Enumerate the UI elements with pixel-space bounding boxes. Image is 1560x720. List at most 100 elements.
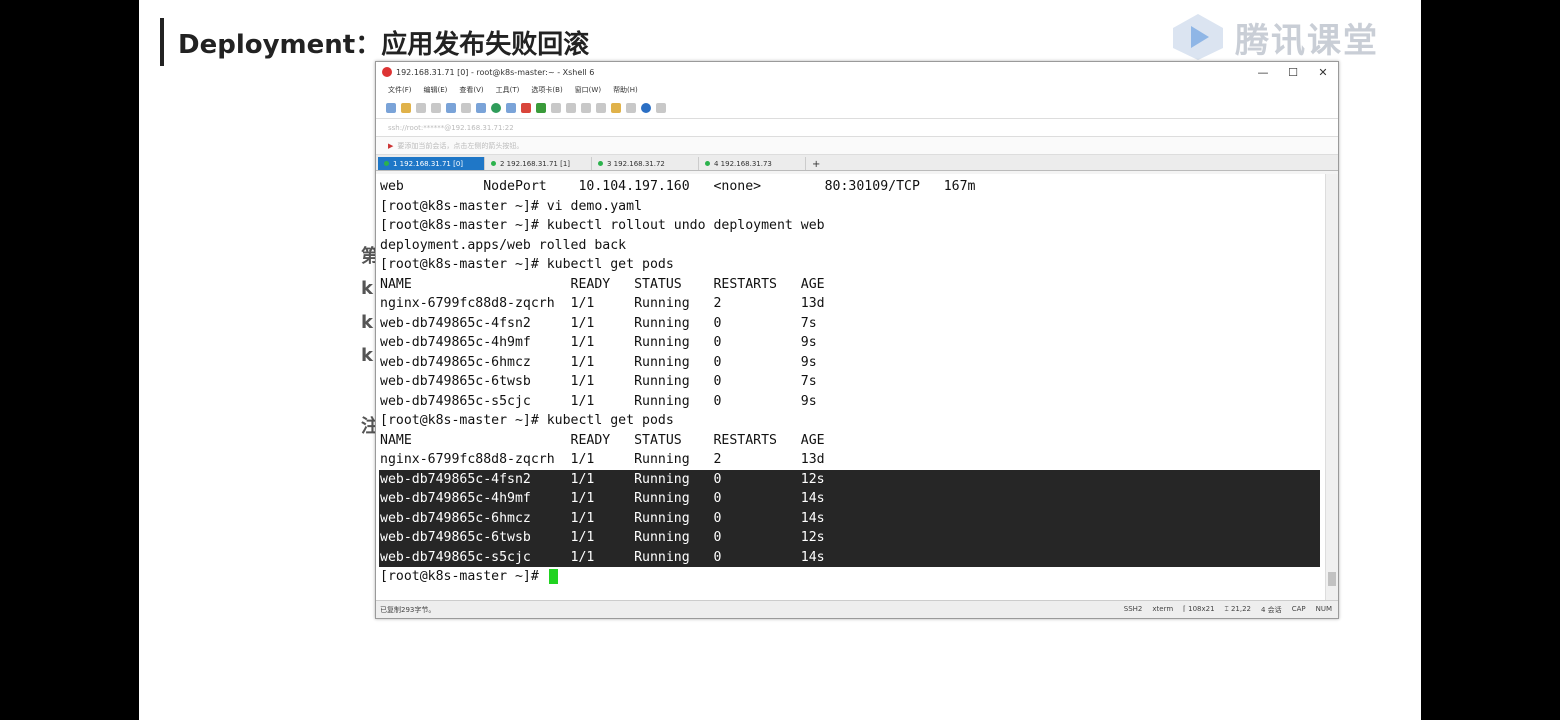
terminal-line-selected: web-db749865c-6twsb 1/1 Running 0 12s — [379, 528, 1320, 548]
status-item: 4 会话 — [1261, 605, 1282, 614]
copy-icon[interactable] — [446, 103, 456, 113]
menu-view[interactable]: 查看(V) — [459, 85, 483, 95]
title-accent-bar — [160, 18, 164, 66]
terminal-line-text: web-db749865c-4h9mf 1/1 Running 0 14s — [380, 491, 825, 506]
terminal-line: NAME READY STATUS RESTARTS AGE — [380, 275, 825, 295]
background-slide-text: k — [361, 278, 373, 299]
terminal-line: [root@k8s-master ~]# — [380, 567, 558, 587]
terminal-line: web-db749865c-6twsb 1/1 Running 0 7s — [380, 372, 817, 392]
terminal-line-selected: web-db749865c-4fsn2 1/1 Running 0 12s — [379, 469, 1320, 489]
session-tabs: 1 192.168.31.71 [0] 2 192.168.31.71 [1] … — [376, 155, 1338, 171]
toolbar — [376, 98, 1338, 119]
lock-icon[interactable] — [566, 103, 576, 113]
chat-icon[interactable] — [656, 103, 666, 113]
terminal-line-text: web-db749865c-4fsn2 1/1 Running 0 12s — [380, 471, 825, 487]
close-button[interactable]: ✕ — [1308, 62, 1338, 82]
terminal-line: web-db749865c-6hmcz 1/1 Running 0 9s — [380, 353, 817, 373]
new-session-icon[interactable] — [386, 103, 396, 113]
open-folder-icon[interactable] — [401, 103, 411, 113]
terminal-line: [root@k8s-master ~]# kubectl get pods — [380, 411, 674, 431]
find-icon[interactable] — [461, 103, 471, 113]
xftp-icon[interactable] — [521, 103, 531, 113]
menu-edit[interactable]: 编辑(E) — [424, 85, 448, 95]
terminal-line: [root@k8s-master ~]# kubectl rollout und… — [380, 216, 825, 236]
status-item: CAP — [1291, 604, 1306, 613]
menu-help[interactable]: 帮助(H) — [613, 85, 638, 95]
terminal-line-text: web-db749865c-6twsb 1/1 Running 0 7s — [380, 374, 817, 389]
address-bar[interactable]: ssh://root:******@192.168.31.71:22 — [376, 119, 1338, 137]
menu-tools[interactable]: 工具(T) — [496, 85, 520, 95]
globe-icon[interactable] — [491, 103, 501, 113]
reconnect-icon[interactable] — [431, 103, 441, 113]
terminal-line-text: web NodePort 10.104.197.160 <none> 80:30… — [380, 179, 976, 194]
terminal-line-text: nginx-6799fc88d8-zqcrh 1/1 Running 2 13d — [380, 452, 825, 467]
help-icon[interactable] — [641, 103, 651, 113]
terminal-line-text: [root@k8s-master ~]# kubectl rollout und… — [380, 218, 825, 233]
minimize-button[interactable]: — — [1248, 62, 1278, 82]
terminal-line: web-db749865c-s5cjc 1/1 Running 0 9s — [380, 392, 817, 412]
terminal-line-text: NAME READY STATUS RESTARTS AGE — [380, 276, 825, 292]
disconnect-icon[interactable] — [416, 103, 426, 113]
terminal-line-text: [root@k8s-master ~]# — [380, 569, 547, 584]
font-icon[interactable] — [506, 103, 516, 113]
status-item: ⌈ 108x21 — [1183, 604, 1215, 613]
window-title: 192.168.31.71 [0] - root@k8s-master:~ - … — [396, 67, 595, 77]
menu-bar: 文件(F) 编辑(E) 查看(V) 工具(T) 选项卡(B) 窗口(W) 帮助(… — [376, 82, 1338, 98]
terminal-line-text: deployment.apps/web rolled back — [380, 237, 627, 253]
tab-label: 2 192.168.31.71 [1] — [500, 159, 571, 168]
terminal-line-text: [root@k8s-master ~]# kubectl get pods — [380, 257, 674, 272]
terminal-line-text: [root@k8s-master ~]# vi demo.yaml — [380, 198, 643, 214]
terminal-line-text: web-db749865c-s5cjc 1/1 Running 0 14s — [380, 549, 825, 565]
keyboard-icon[interactable] — [581, 103, 591, 113]
scrollbar-thumb[interactable] — [1328, 572, 1336, 586]
status-item: SSH2 — [1123, 604, 1143, 613]
tab-session-2[interactable]: 2 192.168.31.71 [1] — [485, 157, 592, 170]
fullscreen-icon[interactable] — [551, 103, 561, 113]
bookmark-icon[interactable]: ▶ — [388, 142, 393, 150]
status-item: xterm — [1152, 604, 1174, 613]
terminal-line-text: nginx-6799fc88d8-zqcrh 1/1 Running 2 13d — [380, 296, 825, 311]
slide: Deployment：应用发布失败回滚 腾讯课堂 第kkk注 192.168.3… — [139, 0, 1421, 720]
compose-icon[interactable] — [596, 103, 606, 113]
window-icon[interactable] — [626, 103, 636, 113]
xshell-window[interactable]: 192.168.31.71 [0] - root@k8s-master:~ - … — [375, 61, 1339, 619]
terminal-line-text: web-db749865c-6hmcz 1/1 Running 0 14s — [380, 510, 825, 526]
add-tab-button[interactable]: + — [806, 159, 826, 170]
session-hint-bar: ▶ 要添加当前会话，点击左侧的箭头按钮。 — [376, 137, 1338, 155]
terminal-output[interactable]: web NodePort 10.104.197.160 <none> 80:30… — [376, 174, 1326, 600]
terminal-cursor — [548, 568, 558, 584]
menu-tabs[interactable]: 选项卡(B) — [531, 85, 562, 95]
menu-window[interactable]: 窗口(W) — [575, 85, 601, 95]
transfer-icon[interactable] — [476, 103, 486, 113]
terminal-scrollbar[interactable] — [1325, 174, 1338, 600]
terminal-line-text: web-db749865c-4h9mf 1/1 Running 0 9s — [380, 335, 817, 350]
tencent-classroom-logo: 腾讯课堂 — [1169, 12, 1379, 62]
xshell-app-icon — [382, 67, 392, 77]
logo-text: 腾讯课堂 — [1235, 20, 1379, 61]
background-slide-text: k — [361, 345, 373, 366]
status-item: NUM — [1315, 604, 1332, 613]
slide-title: Deployment：应用发布失败回滚 — [178, 30, 590, 60]
terminal-line-selected: web-db749865c-s5cjc 1/1 Running 0 14s — [379, 547, 1320, 567]
layout-icon[interactable] — [611, 103, 621, 113]
tab-label: 1 192.168.31.71 [0] — [393, 159, 464, 168]
status-item: ⌶ 21,22 — [1224, 604, 1251, 613]
play-logo-icon — [1173, 14, 1223, 60]
connected-dot-icon — [598, 161, 603, 166]
menu-file[interactable]: 文件(F) — [388, 85, 412, 95]
terminal-line: nginx-6799fc88d8-zqcrh 1/1 Running 2 13d — [380, 450, 825, 470]
window-titlebar[interactable]: 192.168.31.71 [0] - root@k8s-master:~ - … — [376, 62, 1338, 82]
terminal-line: web-db749865c-4h9mf 1/1 Running 0 9s — [380, 333, 817, 353]
tab-session-4[interactable]: 4 192.168.31.73 — [699, 157, 806, 170]
maximize-button[interactable]: ☐ — [1278, 62, 1308, 82]
tab-label: 3 192.168.31.72 — [607, 159, 665, 168]
script-icon[interactable] — [536, 103, 546, 113]
terminal-line-selected: web-db749865c-6hmcz 1/1 Running 0 14s — [379, 508, 1320, 528]
tab-session-1[interactable]: 1 192.168.31.71 [0] — [378, 157, 485, 170]
terminal-line-text: [root@k8s-master ~]# kubectl get pods — [380, 413, 674, 428]
terminal-line: web-db749865c-4fsn2 1/1 Running 0 7s — [380, 314, 817, 334]
terminal-line-selected: web-db749865c-4h9mf 1/1 Running 0 14s — [379, 489, 1320, 509]
tab-session-3[interactable]: 3 192.168.31.72 — [592, 157, 699, 170]
terminal-line: [root@k8s-master ~]# vi demo.yaml — [380, 197, 642, 217]
tab-label: 4 192.168.31.73 — [714, 159, 772, 168]
